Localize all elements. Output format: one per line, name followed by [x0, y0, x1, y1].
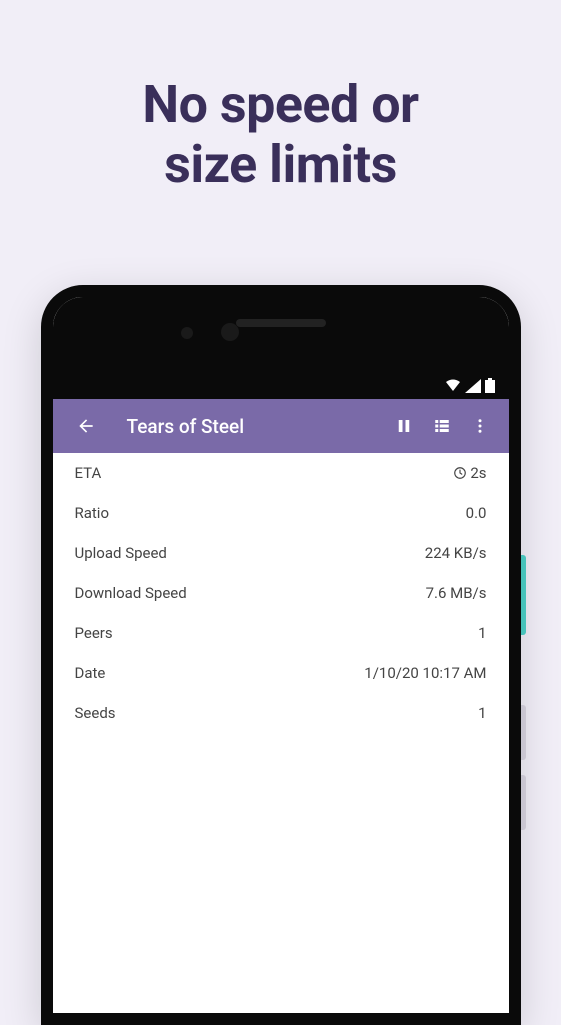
pause-button[interactable]	[385, 407, 423, 445]
overflow-menu-button[interactable]	[461, 407, 499, 445]
details-list: ETA 2s Ratio 0.0 Upload Speed 224 KB/s D…	[53, 453, 509, 1013]
row-seeds: Seeds 1	[53, 693, 509, 733]
dots-vertical-icon	[471, 417, 489, 435]
headline-line-1: No speed or	[0, 75, 561, 135]
volume-up-button	[521, 705, 526, 760]
app-toolbar: Tears of Steel	[53, 399, 509, 453]
seeds-label: Seeds	[75, 704, 116, 722]
signal-icon	[465, 379, 481, 393]
volume-down-button	[521, 775, 526, 830]
phone-speaker	[236, 319, 326, 327]
upload-speed-value: 224 KB/s	[425, 544, 487, 562]
date-value: 1/10/20 10:17 AM	[364, 664, 486, 682]
seeds-value: 1	[478, 704, 486, 722]
row-ratio: Ratio 0.0	[53, 493, 509, 533]
list-button[interactable]	[423, 407, 461, 445]
battery-icon	[485, 378, 495, 393]
status-bar	[445, 378, 495, 393]
phone-camera	[221, 323, 239, 341]
row-eta: ETA 2s	[53, 453, 509, 493]
pause-icon	[395, 417, 413, 435]
eta-label: ETA	[75, 464, 102, 482]
peers-label: Peers	[75, 624, 113, 642]
row-download-speed: Download Speed 7.6 MB/s	[53, 573, 509, 613]
toolbar-title: Tears of Steel	[127, 415, 385, 438]
phone-mockup: Tears of Steel ETA 2s	[41, 285, 521, 1025]
row-peers: Peers 1	[53, 613, 509, 653]
list-icon	[432, 417, 452, 435]
phone-bezel-top	[53, 297, 509, 399]
promo-headline: No speed or size limits	[0, 0, 561, 195]
clock-icon	[453, 466, 467, 480]
download-speed-value: 7.6 MB/s	[426, 584, 487, 602]
back-button[interactable]	[67, 407, 105, 445]
date-label: Date	[75, 664, 106, 682]
row-date: Date 1/10/20 10:17 AM	[53, 653, 509, 693]
phone-sensor	[181, 327, 193, 339]
eta-value: 2s	[453, 464, 486, 482]
upload-speed-label: Upload Speed	[75, 544, 167, 562]
power-button	[521, 555, 526, 635]
eta-value-text: 2s	[470, 464, 486, 482]
row-upload-speed: Upload Speed 224 KB/s	[53, 533, 509, 573]
arrow-left-icon	[76, 416, 96, 436]
ratio-label: Ratio	[75, 504, 110, 522]
peers-value: 1	[478, 624, 486, 642]
ratio-value: 0.0	[466, 504, 487, 522]
wifi-icon	[445, 379, 461, 393]
download-speed-label: Download Speed	[75, 584, 187, 602]
headline-line-2: size limits	[0, 135, 561, 195]
